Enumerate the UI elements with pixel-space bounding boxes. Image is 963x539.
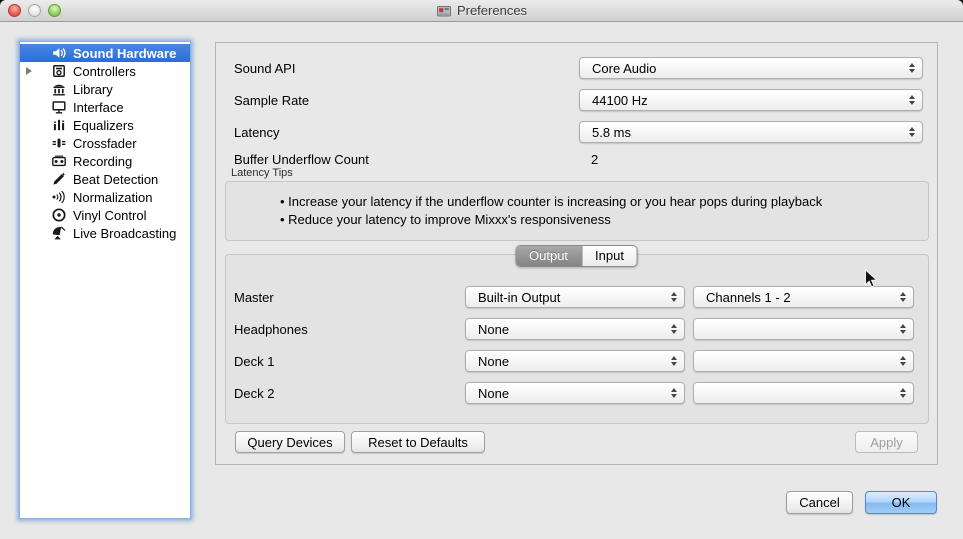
master-device-dropdown[interactable]: Built-in Output (465, 286, 685, 308)
sidebar-item-label: Live Broadcasting (73, 226, 176, 241)
beat-detection-icon (50, 171, 67, 187)
preferences-category-list: Sound Hardware Controllers Library Inter… (19, 41, 191, 519)
sample-rate-dropdown[interactable]: 44100 Hz (579, 89, 923, 111)
sidebar-item-controllers[interactable]: Controllers (20, 62, 190, 80)
tab-output[interactable]: Output (516, 246, 581, 266)
sidebar-item-label: Recording (73, 154, 132, 169)
app-icon (436, 3, 452, 19)
crossfader-icon (50, 135, 67, 151)
disclosure-triangle-icon[interactable] (26, 67, 32, 75)
monitor-icon (50, 99, 67, 115)
sidebar-item-label: Interface (73, 100, 124, 115)
io-tab-bar: Output Input (515, 245, 638, 267)
query-devices-button[interactable]: Query Devices (235, 431, 345, 453)
titlebar[interactable]: Preferences (0, 0, 963, 22)
stepper-arrows-icon (900, 324, 906, 334)
equalizer-icon (50, 117, 67, 133)
master-channels-value: Channels 1 - 2 (706, 290, 791, 305)
sidebar-item-vinyl-control[interactable]: Vinyl Control (20, 206, 190, 224)
sample-rate-value: 44100 Hz (592, 93, 648, 108)
recorder-icon (50, 153, 67, 169)
stepper-arrows-icon (671, 356, 677, 366)
sound-api-dropdown[interactable]: Core Audio (579, 57, 923, 79)
sample-rate-label: Sample Rate (234, 93, 309, 108)
sidebar-item-label: Crossfader (73, 136, 137, 151)
satellite-icon (50, 225, 67, 241)
deck1-device-value: None (478, 354, 509, 369)
stepper-arrows-icon (671, 292, 677, 302)
vinyl-icon (50, 207, 67, 223)
sidebar-item-normalization[interactable]: Normalization (20, 188, 190, 206)
sidebar-item-crossfader[interactable]: Crossfader (20, 134, 190, 152)
deck1-channels-dropdown[interactable] (693, 350, 914, 372)
ok-button[interactable]: OK (865, 491, 937, 514)
reset-to-defaults-button[interactable]: Reset to Defaults (351, 431, 485, 453)
preferences-window: Preferences Sound Hardware Controllers L… (0, 0, 963, 539)
master-channels-dropdown[interactable]: Channels 1 - 2 (693, 286, 914, 308)
sidebar-item-label: Controllers (73, 64, 136, 79)
headphones-label: Headphones (234, 322, 308, 337)
deck1-device-dropdown[interactable]: None (465, 350, 685, 372)
stepper-arrows-icon (909, 63, 915, 73)
deck1-label: Deck 1 (234, 354, 274, 369)
sidebar-item-live-broadcasting[interactable]: Live Broadcasting (20, 224, 190, 242)
headphones-device-value: None (478, 322, 509, 337)
cancel-button[interactable]: Cancel (786, 491, 853, 514)
normalization-icon (50, 189, 67, 205)
library-icon (50, 81, 67, 97)
stepper-arrows-icon (900, 292, 906, 302)
master-device-value: Built-in Output (478, 290, 560, 305)
window-title: Preferences (457, 3, 527, 18)
sidebar-item-library[interactable]: Library (20, 80, 190, 98)
sidebar-item-label: Sound Hardware (73, 46, 176, 61)
sound-hardware-pane: Sound API Core Audio Sample Rate 44100 H… (215, 42, 938, 465)
tab-input[interactable]: Input (581, 246, 637, 266)
mouse-cursor-icon (864, 269, 878, 289)
stepper-arrows-icon (671, 388, 677, 398)
sidebar-item-sound-hardware[interactable]: Sound Hardware (20, 44, 190, 62)
stepper-arrows-icon (900, 356, 906, 366)
speaker-icon (50, 45, 67, 61)
latency-dropdown[interactable]: 5.8 ms (579, 121, 923, 143)
sidebar-item-equalizers[interactable]: Equalizers (20, 116, 190, 134)
latency-tip: Increase your latency if the underflow c… (280, 193, 918, 211)
latency-tip: Reduce your latency to improve Mixxx's r… (280, 211, 918, 229)
sidebar-item-beat-detection[interactable]: Beat Detection (20, 170, 190, 188)
sidebar-item-interface[interactable]: Interface (20, 98, 190, 116)
deck2-label: Deck 2 (234, 386, 274, 401)
latency-tips-title: Latency Tips (231, 167, 293, 179)
sidebar-item-label: Vinyl Control (73, 208, 146, 223)
stepper-arrows-icon (900, 388, 906, 398)
buffer-underflow-count: 2 (591, 152, 598, 167)
sidebar-item-label: Normalization (73, 190, 152, 205)
latency-tips-box: Increase your latency if the underflow c… (225, 181, 929, 241)
deck2-channels-dropdown[interactable] (693, 382, 914, 404)
sidebar-item-label: Library (73, 82, 113, 97)
sidebar-item-label: Beat Detection (73, 172, 158, 187)
controller-icon (50, 63, 67, 79)
sidebar-item-recording[interactable]: Recording (20, 152, 190, 170)
sound-api-label: Sound API (234, 61, 295, 76)
stepper-arrows-icon (671, 324, 677, 334)
deck2-device-dropdown[interactable]: None (465, 382, 685, 404)
apply-button[interactable]: Apply (855, 431, 918, 453)
stepper-arrows-icon (909, 127, 915, 137)
latency-label: Latency (234, 125, 280, 140)
headphones-device-dropdown[interactable]: None (465, 318, 685, 340)
headphones-channels-dropdown[interactable] (693, 318, 914, 340)
master-label: Master (234, 290, 274, 305)
buffer-underflow-label: Buffer Underflow Count (234, 152, 369, 167)
sound-api-value: Core Audio (592, 61, 656, 76)
deck2-device-value: None (478, 386, 509, 401)
stepper-arrows-icon (909, 95, 915, 105)
sidebar-item-label: Equalizers (73, 118, 134, 133)
latency-value: 5.8 ms (592, 125, 631, 140)
